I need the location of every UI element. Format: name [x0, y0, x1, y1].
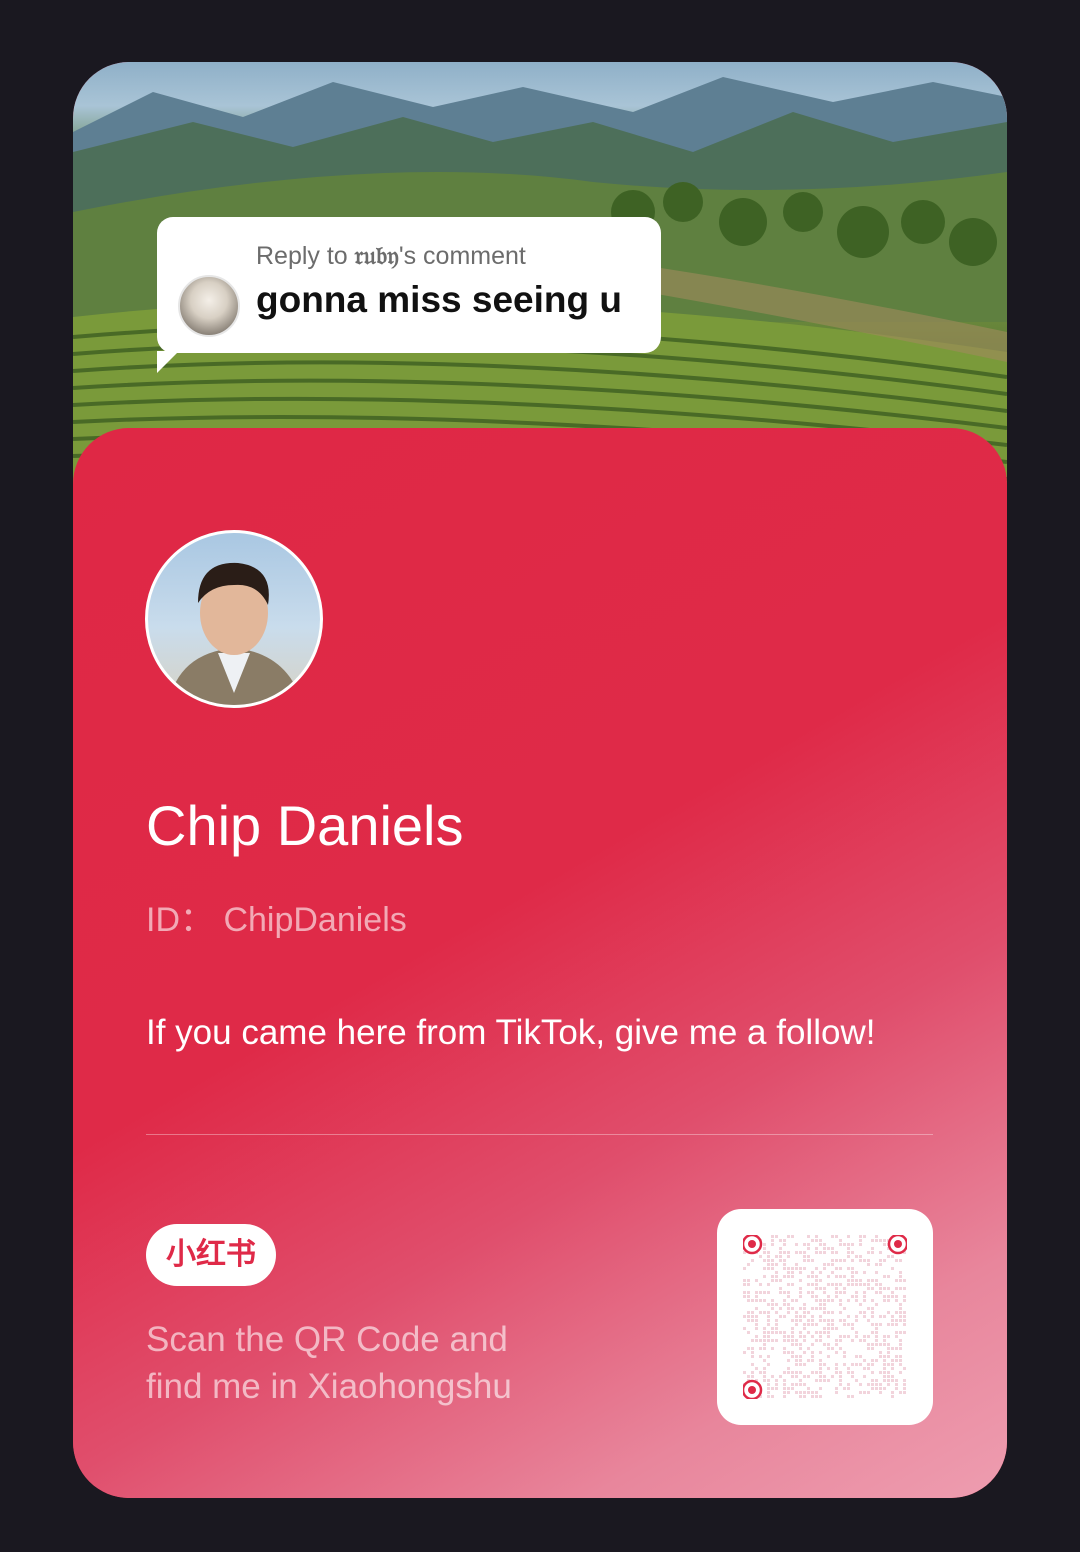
- qr-finder-top-left: [743, 1235, 763, 1255]
- user-avatar-icon: [168, 562, 303, 705]
- profile-id: ID： ChipDaniels: [146, 892, 407, 941]
- bubble-tail: [157, 351, 179, 373]
- qr-code-icon: [743, 1235, 907, 1399]
- reply-comment-bubble[interactable]: Reply to 𝔯𝔲𝔟𝔶's comment gonna miss seein…: [157, 217, 661, 373]
- profile-card: Chip Daniels ID： ChipDaniels If you came…: [73, 62, 1007, 1498]
- reply-suffix: 's comment: [398, 242, 526, 270]
- scan-instructions: Scan the QR Code and find me in Xiaohong…: [146, 1316, 586, 1410]
- qr-finder-bottom-left: [743, 1379, 763, 1399]
- scan-line-2: find me in Xiaohongshu: [146, 1367, 512, 1406]
- profile-panel: Chip Daniels ID： ChipDaniels If you came…: [73, 428, 1007, 1498]
- reply-label: Reply to 𝔯𝔲𝔟𝔶's comment: [256, 241, 526, 271]
- qr-finder-top-right: [887, 1235, 907, 1255]
- profile-avatar[interactable]: [145, 530, 323, 708]
- commenter-avatar: [178, 275, 240, 337]
- scan-line-1: Scan the QR Code and: [146, 1320, 508, 1359]
- profile-bio: If you came here from TikTok, give me a …: [146, 1013, 876, 1052]
- xiaohongshu-logo: 小红书: [146, 1224, 276, 1286]
- divider: [146, 1134, 933, 1135]
- reply-comment-text: gonna miss seeing u: [256, 279, 622, 320]
- qr-code[interactable]: [717, 1209, 933, 1425]
- id-label: ID：: [146, 901, 214, 939]
- profile-name: Chip Daniels: [146, 794, 464, 857]
- reply-username: 𝔯𝔲𝔟𝔶: [354, 241, 399, 270]
- reply-prefix: Reply to: [256, 242, 355, 270]
- id-value: ChipDaniels: [223, 901, 407, 939]
